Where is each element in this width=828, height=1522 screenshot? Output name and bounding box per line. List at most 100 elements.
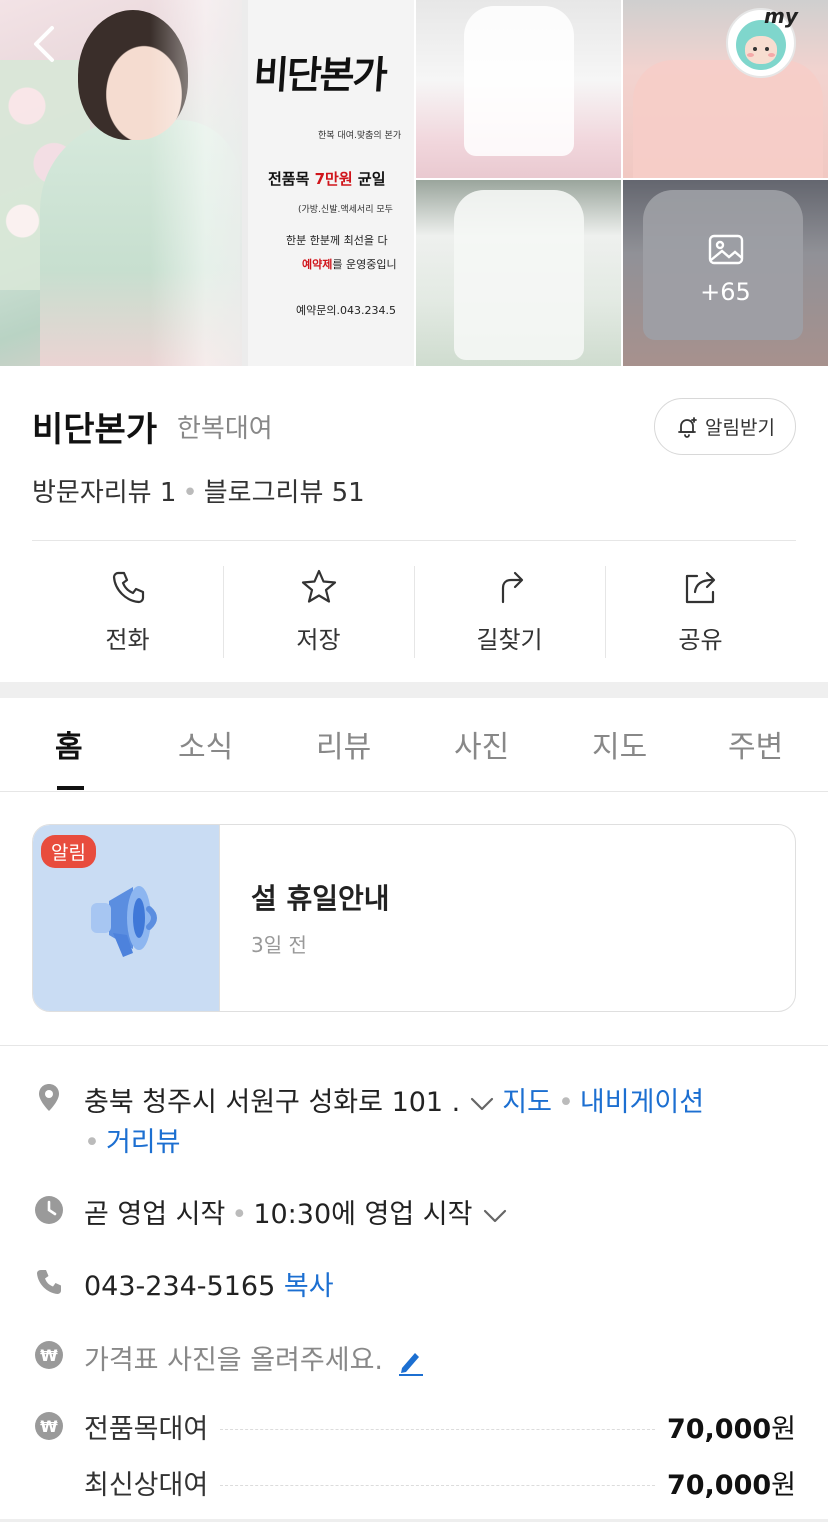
hanbok-photo-1[interactable]	[416, 0, 621, 178]
price-item-value: 70,000원	[667, 1407, 796, 1446]
back-button[interactable]	[28, 22, 68, 66]
notice-badge: 알림	[41, 835, 96, 868]
price-amount: 70,000	[666, 1469, 772, 1501]
review-summary: 방문자리뷰 1 • 블로그리뷰 51	[32, 472, 365, 509]
upload-price-photo-prompt[interactable]: 가격표 사진을 올려주세요.	[84, 1338, 424, 1377]
price-item-name: 최신상대여	[84, 1469, 209, 1501]
sign-slogan: 한분 한분께 최선을 다	[286, 234, 388, 247]
phone-icon	[37, 1270, 61, 1294]
sign-price-prefix: 전품목	[268, 170, 315, 188]
active-tab-indicator	[57, 786, 84, 790]
star-icon	[301, 569, 336, 603]
street-view-link[interactable]: 거리뷰	[106, 1127, 181, 1158]
price-item-name: 전품목대여	[84, 1413, 209, 1445]
chevron-down-icon[interactable]	[470, 1097, 494, 1111]
subscribe-alarm-button[interactable]: 알림받기	[654, 398, 796, 455]
chevron-left-icon	[34, 26, 54, 62]
sign-price-line: 전품목 7만원 균일	[268, 168, 386, 189]
sign-price-suffix: 균일	[352, 170, 386, 188]
share-label: 공유	[678, 626, 723, 654]
svg-text:₩: ₩	[40, 1346, 58, 1365]
tab-nearby[interactable]: 주변	[728, 722, 783, 766]
notice-time: 3일 전	[251, 933, 307, 957]
hours-row[interactable]: 곧 영업 시작 • 10:30에 영업 시작	[84, 1192, 515, 1231]
separator-dot: •	[557, 1087, 574, 1118]
street-view-row: • 거리뷰	[84, 1120, 180, 1159]
price-prompt-text: 가격표 사진을 올려주세요.	[84, 1345, 383, 1376]
separator-dot: •	[182, 478, 198, 508]
phone-icon	[112, 571, 144, 604]
tab-photos[interactable]: 사진	[454, 722, 509, 766]
sign-note: (가방.신발.액세서리 모두	[298, 205, 393, 215]
avatar-cheek	[768, 53, 775, 57]
price-unit: 원	[771, 1469, 796, 1501]
tab-news[interactable]: 소식	[178, 722, 233, 766]
blog-review-link[interactable]: 블로그리뷰 51	[204, 478, 365, 508]
map-link[interactable]: 지도	[502, 1087, 552, 1118]
tab-home[interactable]: 홈	[55, 722, 83, 766]
visitor-review-link[interactable]: 방문자리뷰 1	[32, 478, 176, 508]
hours-detail: 10:30에 영업 시작	[253, 1199, 473, 1230]
bell-plus-icon	[678, 416, 697, 438]
skirt-shape	[633, 60, 823, 178]
avatar-eye	[765, 47, 769, 51]
divider	[0, 1045, 828, 1046]
directions-button[interactable]: 길찾기	[414, 566, 605, 658]
action-bar: 전화 저장 길찾기 공유	[32, 566, 796, 658]
more-photos[interactable]: +65	[623, 232, 828, 306]
phone-number[interactable]: 043-234-5165	[84, 1271, 275, 1302]
chevron-down-icon[interactable]	[483, 1209, 507, 1223]
tab-map[interactable]: 지도	[592, 722, 647, 766]
price-leader	[220, 1484, 655, 1486]
my-profile-button[interactable]: my	[726, 4, 798, 78]
section-gap	[0, 682, 828, 698]
hours-status: 곧 영업 시작	[84, 1199, 226, 1230]
image-icon	[708, 234, 743, 265]
sign-reservation-line: 예약제를 운영중입니	[302, 256, 397, 272]
sign-reservation-keyword: 예약제	[302, 258, 333, 271]
share-icon	[685, 571, 715, 604]
jeogori-shape	[464, 6, 574, 156]
sign-photo[interactable]: 비단본가 한복 대여.맞춤의 본가 전품목 7만원 균일 (가방.신발.액세서리…	[242, 0, 414, 366]
price-item-value: 70,000원	[667, 1463, 796, 1502]
pencil-icon	[398, 1352, 423, 1376]
address-text: 충북 청주시 서원구 성화로 101 .	[84, 1087, 461, 1118]
alarm-label: 알림받기	[705, 417, 775, 439]
phone-row: 043-234-5165 복사	[84, 1264, 334, 1303]
sign-logo: 비단본가	[252, 52, 388, 97]
save-button[interactable]: 저장	[223, 566, 414, 658]
separator-dot: •	[84, 1127, 100, 1158]
notice-thumbnail: 알림	[33, 825, 220, 1011]
sign-reservation-text: 를 운영중입니	[332, 258, 397, 271]
share-button[interactable]: 공유	[605, 566, 796, 658]
directions-icon	[501, 571, 523, 604]
sign-price-value: 7만원	[314, 170, 353, 188]
place-name: 비단본가	[32, 410, 158, 450]
call-button[interactable]: 전화	[32, 566, 223, 658]
divider	[32, 540, 796, 541]
location-pin-icon	[39, 1084, 59, 1111]
directions-label: 길찾기	[476, 626, 543, 654]
call-label: 전화	[105, 626, 150, 654]
address-row: 충북 청주시 서원구 성화로 101 . 지도 • 내비게이션	[84, 1080, 704, 1119]
won-icon: ₩	[35, 1412, 63, 1440]
avatar-face	[745, 36, 777, 64]
sign-board: 비단본가 한복 대여.맞춤의 본가 전품목 7만원 균일 (가방.신발.액세서리…	[248, 0, 414, 366]
copy-phone-button[interactable]: 복사	[284, 1271, 334, 1302]
place-category: 한복대여	[177, 414, 273, 444]
sign-subtitle: 한복 대여.맞춤의 본가	[318, 131, 402, 141]
price-unit: 원	[771, 1413, 796, 1445]
hanbok-photo-3[interactable]	[416, 180, 621, 366]
svg-text:₩: ₩	[40, 1417, 58, 1436]
save-label: 저장	[296, 626, 341, 654]
photo-gallery[interactable]: 비단본가 한복 대여.맞춤의 본가 전품목 7만원 균일 (가방.신발.액세서리…	[0, 0, 828, 366]
notice-card[interactable]: 알림 설 휴일안내 3일 전	[32, 824, 796, 1012]
avatar-eye	[753, 47, 757, 51]
tab-reviews[interactable]: 리뷰	[316, 722, 371, 766]
price-item: 최신상대여 70,000원	[84, 1462, 796, 1502]
megaphone-icon	[91, 886, 157, 957]
hanbok-photo-more[interactable]: +65	[623, 180, 828, 366]
clock-icon	[35, 1196, 63, 1224]
sign-contact: 예약문의.043.234.5	[296, 304, 396, 317]
navigation-link[interactable]: 내비게이션	[580, 1087, 704, 1118]
